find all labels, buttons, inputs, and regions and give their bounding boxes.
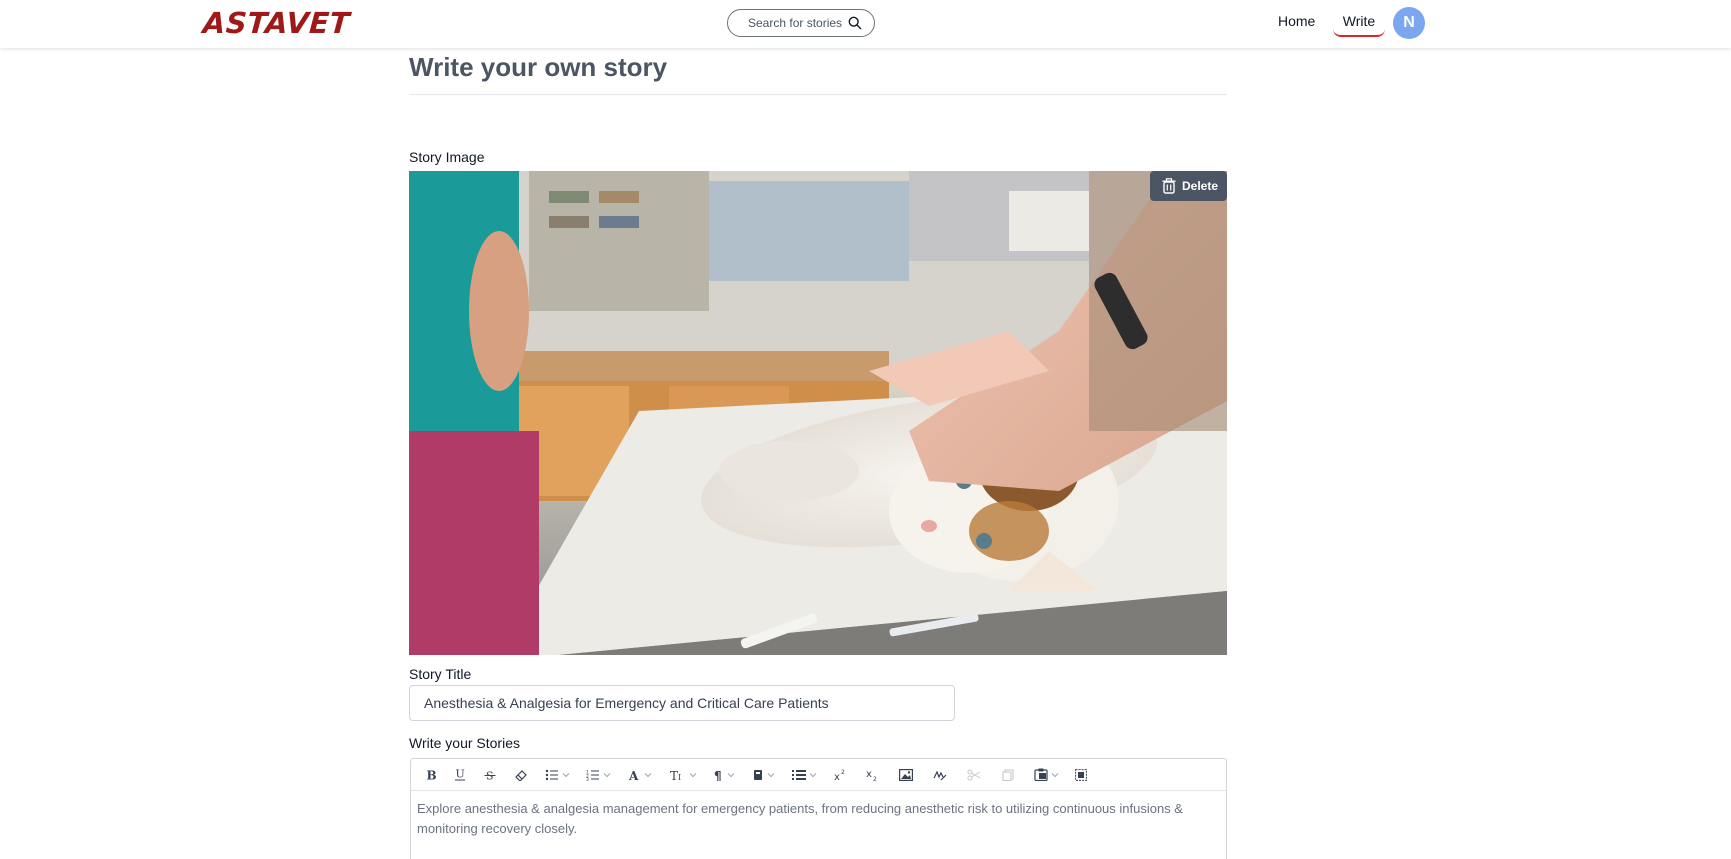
underline-icon[interactable]: U [447,764,473,786]
svg-text:x: x [866,769,872,780]
logo[interactable]: ASTAVET [202,6,351,40]
eraser-icon[interactable] [507,764,535,786]
delete-image-button[interactable]: Delete [1150,171,1227,201]
svg-text:B: B [427,769,437,781]
signature-icon[interactable] [925,764,955,786]
svg-text:¶: ¶ [714,769,722,781]
font-color-icon[interactable]: A [621,764,659,786]
editor-toolbar: B U S 123 A TI ¶ x 2 x 2 [411,759,1226,791]
nav-home-link[interactable]: Home [1278,13,1315,29]
paste-icon[interactable] [1027,764,1065,786]
font-size-icon[interactable]: TI [663,764,703,786]
top-navbar: ASTAVET Home Write N [0,0,1731,48]
paragraph-icon[interactable]: ¶ [707,764,741,786]
svg-text:x: x [834,772,840,781]
editor-content[interactable]: Explore anesthesia & analgesia managemen… [411,791,1226,847]
cut-icon[interactable] [959,764,989,786]
delete-label: Delete [1182,179,1219,193]
divider [409,94,1227,95]
editor-label: Write your Stories [409,735,520,751]
page-title: Write your own story [409,52,668,82]
nav-write-link[interactable]: Write [1333,8,1385,37]
strikethrough-icon[interactable]: S [477,764,503,786]
subscript-icon[interactable]: x2 [859,764,887,786]
avatar[interactable]: N [1393,7,1425,39]
copy-icon[interactable] [993,764,1023,786]
select-all-icon[interactable] [1069,764,1093,786]
trash-icon [1162,178,1176,194]
story-title-input[interactable] [409,685,955,721]
bold-icon[interactable]: B [419,764,443,786]
svg-text:3: 3 [586,777,589,781]
superscript-icon[interactable]: x2 [827,764,855,786]
bullet-list-icon[interactable] [539,764,575,786]
align-icon[interactable] [785,764,823,786]
search-icon[interactable] [848,16,862,30]
svg-text:U: U [456,768,465,781]
story-image-label: Story Image [409,149,485,165]
svg-text:I: I [678,773,681,781]
svg-text:2: 2 [873,776,877,781]
svg-text:2: 2 [841,769,845,776]
numbered-list-icon[interactable]: 123 [579,764,617,786]
rich-text-editor[interactable]: B U S 123 A TI ¶ x 2 x 2 Explore anesthe… [410,758,1227,859]
search-box[interactable] [727,9,875,37]
highlight-icon[interactable] [745,764,781,786]
svg-text:T: T [670,769,678,781]
svg-text:A: A [628,769,639,781]
search-input[interactable] [748,16,848,30]
story-image: Delete [409,171,1227,655]
image-icon[interactable] [891,764,921,786]
story-image-picture [409,171,1227,655]
story-title-label: Story Title [409,666,472,682]
